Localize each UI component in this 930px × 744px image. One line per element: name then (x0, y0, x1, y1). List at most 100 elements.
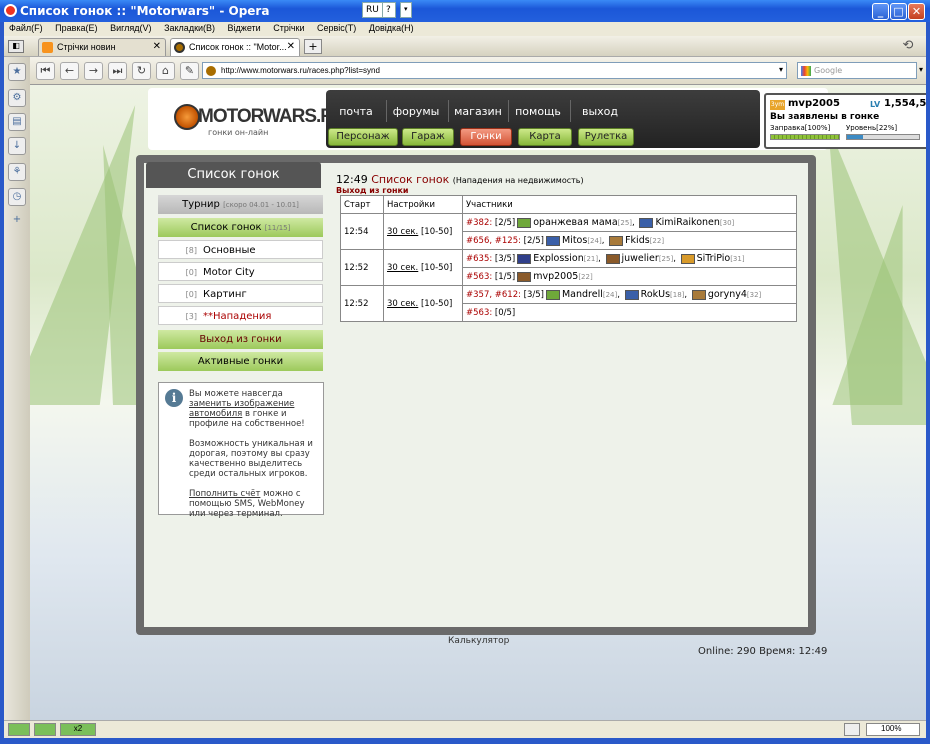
player-avatar-icon (545, 289, 560, 300)
team-number[interactable]: #563: (466, 308, 492, 318)
turbo-icon[interactable] (8, 723, 30, 736)
game-nav-roulette[interactable]: Рулетка (578, 128, 634, 146)
tab-race-list[interactable]: Список гонок :: "Motor... ✕ (170, 38, 300, 56)
nav-shop[interactable]: магазин (448, 105, 508, 118)
category-attacks[interactable]: [3] **Нападения (158, 306, 323, 325)
notes-panel-icon[interactable]: ▤ (8, 113, 26, 131)
panel-toggle-icon[interactable]: ◧ (8, 40, 24, 53)
unite-icon[interactable] (34, 723, 56, 736)
player-name[interactable]: оранжевая мама (533, 217, 617, 228)
nav-forums[interactable]: форумы (386, 105, 446, 118)
status-badge[interactable]: x2 (60, 723, 96, 736)
game-nav-map[interactable]: Карта (518, 128, 572, 146)
menu-widgets[interactable]: Віджети (223, 22, 266, 34)
fast-forward-icon[interactable]: ⏭ (108, 62, 127, 80)
race-duration-link[interactable]: 30 сек. (387, 299, 418, 309)
menu-edit[interactable]: Правка(E) (50, 22, 102, 34)
game-nav-garage[interactable]: Гараж (402, 128, 454, 146)
user-name[interactable]: mvp2005 (788, 98, 840, 109)
team-number[interactable]: #656, #125: (466, 236, 521, 246)
online-status: Online: 290 Время: 12:49 (698, 646, 828, 657)
category-motor-city[interactable]: [0] Motor City (158, 262, 323, 281)
nav-exit[interactable]: выход (570, 105, 630, 118)
player-name[interactable]: Fkids (625, 235, 650, 246)
home-icon[interactable]: ⌂ (156, 62, 175, 80)
game-nav-character[interactable]: Персонаж (328, 128, 398, 146)
player-name[interactable]: goryny4 (708, 289, 747, 300)
calculator-link[interactable]: Калькулятор (448, 636, 509, 646)
motorwars-logo-icon[interactable] (174, 104, 200, 130)
table-row: 12:52 30 сек. [10-50] #357, #612: [3/5] Man… (340, 285, 797, 322)
player-name[interactable]: mvp2005 (533, 271, 578, 282)
back-icon[interactable]: ← (60, 62, 79, 80)
close-tab-icon[interactable]: ✕ (287, 41, 295, 52)
menu-view[interactable]: Вигляд(V) (105, 22, 157, 34)
team-number[interactable]: #563: (466, 272, 492, 282)
widgets-panel-icon[interactable]: ⚙ (8, 89, 26, 107)
search-input[interactable]: Google (797, 62, 917, 79)
maximize-button[interactable]: □ (890, 3, 907, 20)
col-settings: Настройки (383, 195, 463, 214)
category-count: [0] (185, 268, 197, 277)
close-tab-icon[interactable]: ✕ (153, 41, 161, 52)
tab-news-feeds[interactable]: Стрічки новин ✕ (38, 38, 166, 56)
trash-icon[interactable]: ⟲ (898, 38, 918, 54)
search-placeholder: Google (814, 66, 843, 75)
site-logo[interactable]: MOTORWARS.RU (198, 106, 347, 128)
rewind-icon[interactable]: ⏮ (36, 62, 55, 80)
close-button[interactable]: ✕ (908, 3, 925, 20)
team-number[interactable]: #357, #612: (466, 290, 521, 300)
nav-mail[interactable]: почта (326, 105, 386, 118)
team-number[interactable]: #382: (466, 218, 492, 228)
player-name[interactable]: Explossion (533, 253, 583, 264)
menu-help[interactable]: Довідка(H) (364, 22, 419, 34)
top-up-link[interactable]: Пополнить счёт (189, 489, 260, 499)
player-level: [24] (587, 237, 602, 245)
player-name[interactable]: juwelier (622, 253, 659, 264)
game-nav-races[interactable]: Гонки (460, 128, 512, 146)
active-races-button[interactable]: Активные гонки (158, 352, 323, 371)
lang-dropdown-icon[interactable]: ▾ (400, 2, 412, 18)
new-tab-button[interactable]: + (304, 39, 322, 54)
view-icon[interactable] (844, 723, 860, 736)
category-main[interactable]: [8] Основные (158, 240, 323, 259)
menu-feeds[interactable]: Стрічки (268, 22, 309, 34)
search-dropdown-icon[interactable]: ▾ (919, 65, 923, 74)
team-slots: [3/5] (494, 254, 516, 264)
player-name[interactable]: KimiRaikonen (655, 217, 719, 228)
bookmarks-panel-icon[interactable]: ★ (8, 63, 26, 81)
info-icon: i (165, 389, 183, 407)
reload-icon[interactable]: ↻ (132, 62, 151, 80)
player-level: [25] (658, 255, 674, 263)
info-paragraph: Вы можете навсегда заменить изображение … (189, 389, 319, 429)
add-panel-icon[interactable]: + (8, 212, 26, 230)
zoom-control[interactable]: 100% (866, 723, 920, 736)
menu-file[interactable]: Файл(F) (4, 22, 48, 34)
forward-icon[interactable]: → (84, 62, 103, 80)
tournament-button[interactable]: Турнир [скоро 04.01 - 10.01] (158, 195, 323, 214)
player-name[interactable]: Mitos (562, 235, 587, 246)
address-field[interactable]: http://www.motorwars.ru/races.php?list=s… (202, 62, 787, 79)
player-name[interactable]: RokUs (641, 289, 670, 300)
race-duration-link[interactable]: 30 сек. (387, 263, 418, 273)
category-karting[interactable]: [0] Картинг (158, 284, 323, 303)
menu-tools[interactable]: Сервіс(T) (312, 22, 361, 34)
wand-icon[interactable]: ✎ (180, 62, 199, 80)
chevron-down-icon[interactable]: ▾ (779, 65, 783, 74)
exit-race-button[interactable]: Выход из гонки (158, 330, 323, 349)
language-indicator[interactable]: RU (362, 2, 383, 18)
menu-bookmarks[interactable]: Закладки(B) (159, 22, 220, 34)
downloads-panel-icon[interactable]: ↓ (8, 137, 26, 155)
minimize-button[interactable]: _ (872, 3, 889, 20)
race-duration-link[interactable]: 30 сек. (387, 227, 418, 237)
nav-help[interactable]: помощь (508, 105, 568, 118)
links-panel-icon[interactable]: ⚘ (8, 163, 26, 181)
player-name[interactable]: Mandrell (562, 289, 603, 300)
history-panel-icon[interactable]: ◷ (8, 188, 26, 206)
race-level-range: [10-50] (420, 226, 453, 237)
help-icon[interactable]: ? (382, 2, 396, 18)
team-number[interactable]: #635: (466, 254, 492, 264)
exit-race-link[interactable]: Выход из гонки (336, 186, 584, 195)
player-name[interactable]: SiTriPio (697, 253, 731, 264)
race-list-button[interactable]: Список гонок [11/15] (158, 218, 323, 237)
